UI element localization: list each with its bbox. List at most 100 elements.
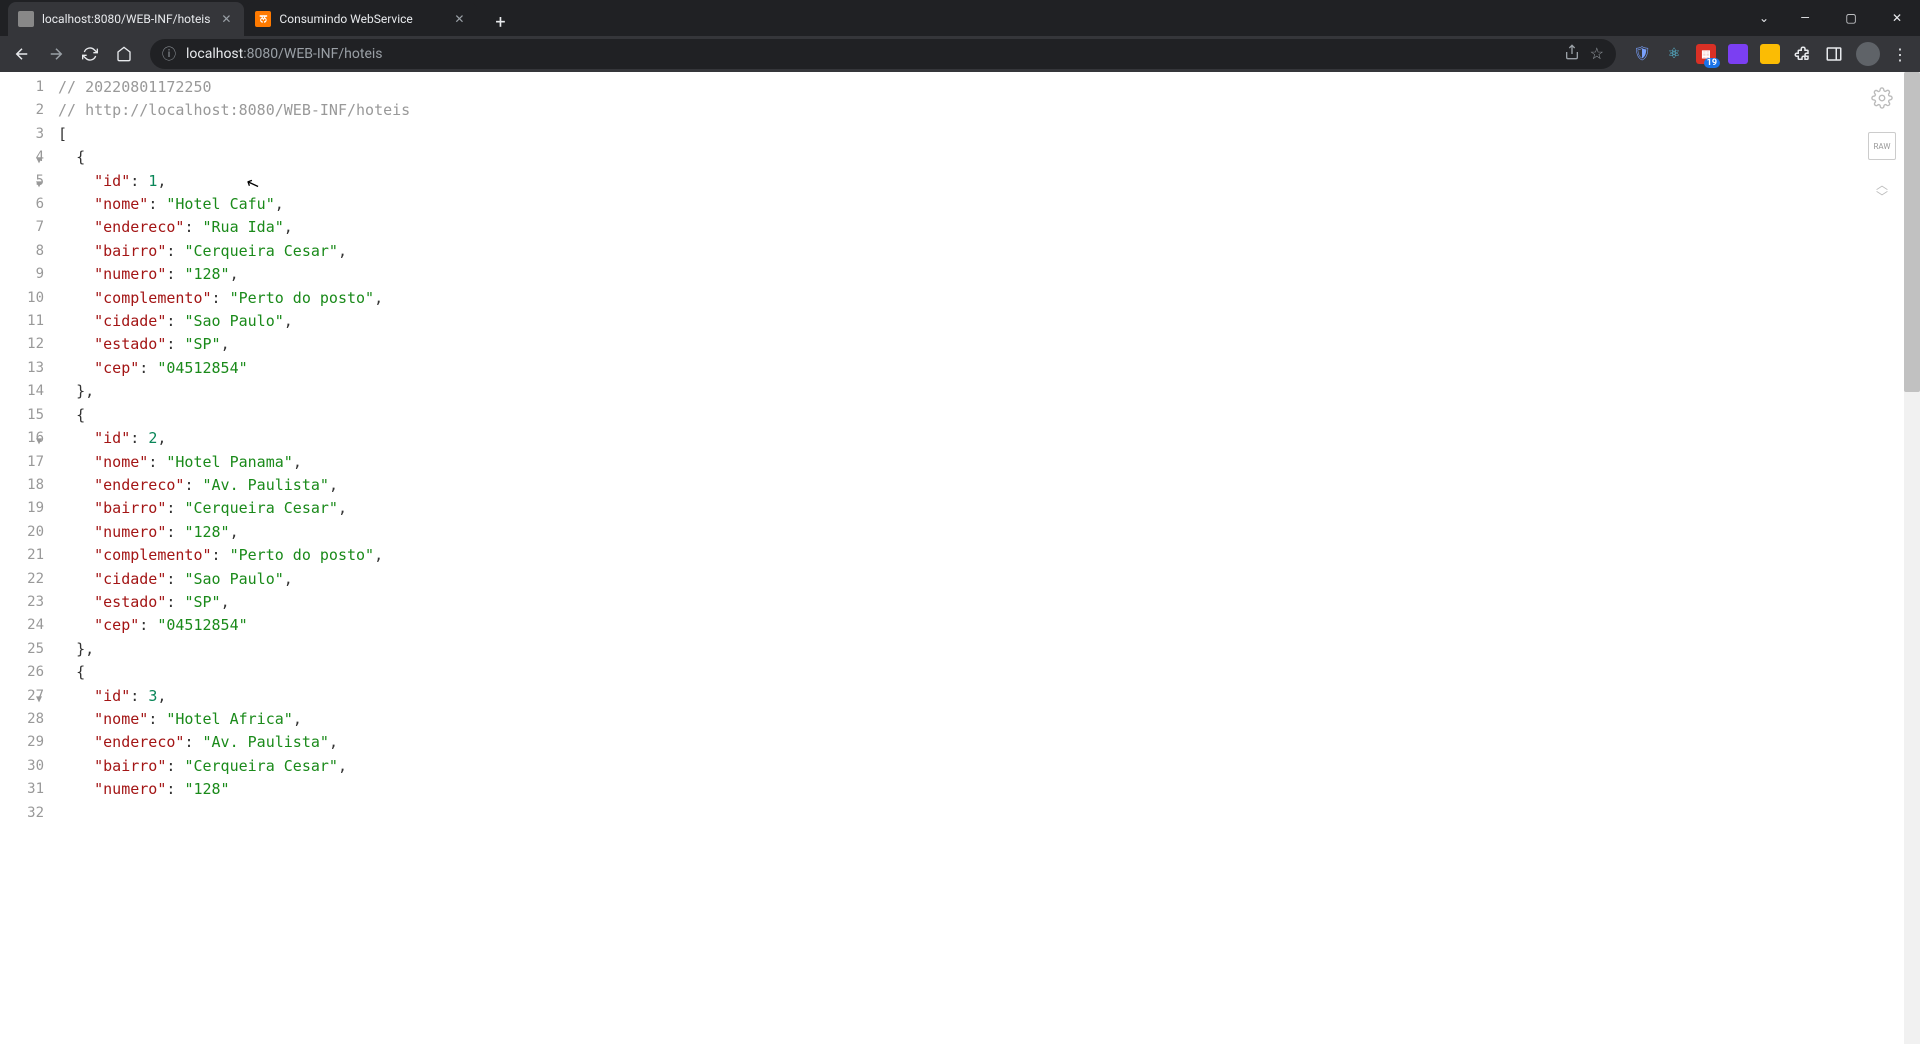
close-window-icon[interactable]: ✕	[1874, 0, 1920, 36]
window-controls: ⌄ — ▢ ✕	[1746, 0, 1920, 36]
line-number: 6	[0, 193, 44, 216]
info-icon[interactable]: ⓘ	[162, 44, 176, 64]
tab-consumindo[interactable]: ਲ Consumindo WebService ✕	[245, 2, 477, 36]
new-tab-button[interactable]: +	[486, 8, 514, 36]
code-line: // 20220801172250	[58, 76, 1920, 99]
menu-icon[interactable]: ⋮	[1892, 45, 1908, 64]
maximize-icon[interactable]: ▢	[1828, 0, 1874, 36]
line-number: 5▼	[0, 170, 44, 193]
close-icon[interactable]: ✕	[451, 11, 467, 27]
code-line: "bairro": "Cerqueira Cesar",	[58, 240, 1920, 263]
line-number: 27▼	[0, 685, 44, 708]
line-number: 12	[0, 333, 44, 356]
page-content: 1234▼5▼678910111213141516▼17181920212223…	[0, 72, 1920, 1044]
json-viewer[interactable]: // 20220801172250// http://localhost:808…	[52, 72, 1920, 1044]
code-line: },	[58, 638, 1920, 661]
code-line: "nome": "Hotel Africa",	[58, 708, 1920, 731]
code-line: "bairro": "Cerqueira Cesar",	[58, 497, 1920, 520]
tab-search-dropdown-icon[interactable]: ⌄	[1746, 0, 1782, 36]
line-number: 8	[0, 240, 44, 263]
code-line: "estado": "SP",	[58, 591, 1920, 614]
line-number: 2	[0, 99, 44, 122]
code-line: "numero": "128"	[58, 778, 1920, 801]
code-line: "endereco": "Rua Ida",	[58, 216, 1920, 239]
line-number: 9	[0, 263, 44, 286]
line-number: 11	[0, 310, 44, 333]
ext-badge: 19	[1704, 58, 1720, 68]
code-line: "id": 2,	[58, 427, 1920, 450]
line-number: 4▼	[0, 146, 44, 169]
profile-avatar[interactable]	[1856, 42, 1880, 66]
line-number: 24	[0, 614, 44, 637]
code-line: {	[58, 661, 1920, 684]
toolbar: ⓘ localhost:8080/WEB-INF/hoteis ☆ 🛡 ⚛ ▦ …	[0, 36, 1920, 72]
line-number: 25	[0, 638, 44, 661]
line-number: 32	[0, 802, 44, 825]
ext-icon-purple[interactable]	[1728, 44, 1748, 64]
json-viewer-controls: RAW ︿ ﹀	[1868, 84, 1896, 202]
line-number: 20	[0, 521, 44, 544]
line-number: 17	[0, 451, 44, 474]
code-line: "cep": "04512854"	[58, 357, 1920, 380]
code-line: "numero": "128",	[58, 263, 1920, 286]
line-number: 28	[0, 708, 44, 731]
url-text: localhost:8080/WEB-INF/hoteis	[186, 46, 383, 62]
line-number: 31	[0, 778, 44, 801]
code-line: "id": 1,	[58, 170, 1920, 193]
gear-icon[interactable]	[1868, 84, 1896, 112]
code-line: "nome": "Hotel Cafu",	[58, 193, 1920, 216]
line-number: 3	[0, 123, 44, 146]
extensions-puzzle-icon[interactable]	[1792, 44, 1812, 64]
code-line: "nome": "Hotel Panama",	[58, 451, 1920, 474]
home-button[interactable]	[110, 40, 138, 68]
raw-toggle-button[interactable]: RAW	[1868, 132, 1896, 160]
tab-title-2: Consumindo WebService	[279, 12, 443, 26]
code-line: "cep": "04512854"	[58, 614, 1920, 637]
ext-icon-grid[interactable]: ▦ 19	[1696, 44, 1716, 64]
reload-button[interactable]	[76, 40, 104, 68]
line-number: 26	[0, 661, 44, 684]
line-number: 16▼	[0, 427, 44, 450]
code-line: "endereco": "Av. Paulista",	[58, 731, 1920, 754]
code-line: // http://localhost:8080/WEB-INF/hoteis	[58, 99, 1920, 122]
code-line: "cidade": "Sao Paulo",	[58, 310, 1920, 333]
chevron-down-icon[interactable]: ﹀	[1876, 192, 1888, 202]
line-number: 7	[0, 216, 44, 239]
line-number: 10	[0, 287, 44, 310]
code-line: {	[58, 146, 1920, 169]
scrollbar-thumb[interactable]	[1904, 72, 1920, 392]
code-line: [	[58, 123, 1920, 146]
forward-button[interactable]	[42, 40, 70, 68]
chevron-up-icon[interactable]: ︿	[1876, 180, 1888, 190]
back-button[interactable]	[8, 40, 36, 68]
code-line: "numero": "128",	[58, 521, 1920, 544]
line-number: 14	[0, 380, 44, 403]
favicon-localhost	[18, 11, 34, 27]
close-icon[interactable]: ✕	[218, 11, 234, 27]
code-line: },	[58, 380, 1920, 403]
code-line: "bairro": "Cerqueira Cesar",	[58, 755, 1920, 778]
minimize-icon[interactable]: —	[1782, 0, 1828, 36]
line-number: 19	[0, 497, 44, 520]
code-line: {	[58, 404, 1920, 427]
side-panel-icon[interactable]	[1824, 44, 1844, 64]
collapse-expand-arrows[interactable]: ︿ ﹀	[1876, 180, 1888, 202]
line-number-gutter: 1234▼5▼678910111213141516▼17181920212223…	[0, 72, 52, 1044]
code-line: "id": 3,	[58, 685, 1920, 708]
line-number: 13	[0, 357, 44, 380]
line-number: 18	[0, 474, 44, 497]
ext-icon-shield[interactable]: 🛡	[1632, 44, 1652, 64]
ext-icon-yellow[interactable]	[1760, 44, 1780, 64]
tab-localhost[interactable]: localhost:8080/WEB-INF/hoteis ✕	[8, 2, 244, 36]
line-number: 29	[0, 731, 44, 754]
code-line: "cidade": "Sao Paulo",	[58, 568, 1920, 591]
line-number: 21	[0, 544, 44, 567]
code-line: "complemento": "Perto do posto",	[58, 544, 1920, 567]
ext-icon-react[interactable]: ⚛	[1664, 44, 1684, 64]
vertical-scrollbar[interactable]	[1904, 72, 1920, 1044]
line-number: 22	[0, 568, 44, 591]
share-icon[interactable]	[1564, 44, 1580, 64]
address-bar[interactable]: ⓘ localhost:8080/WEB-INF/hoteis ☆	[150, 39, 1616, 69]
bookmark-icon[interactable]: ☆	[1590, 44, 1604, 64]
tabs-area: localhost:8080/WEB-INF/hoteis ✕ ਲ Consum…	[0, 0, 514, 36]
